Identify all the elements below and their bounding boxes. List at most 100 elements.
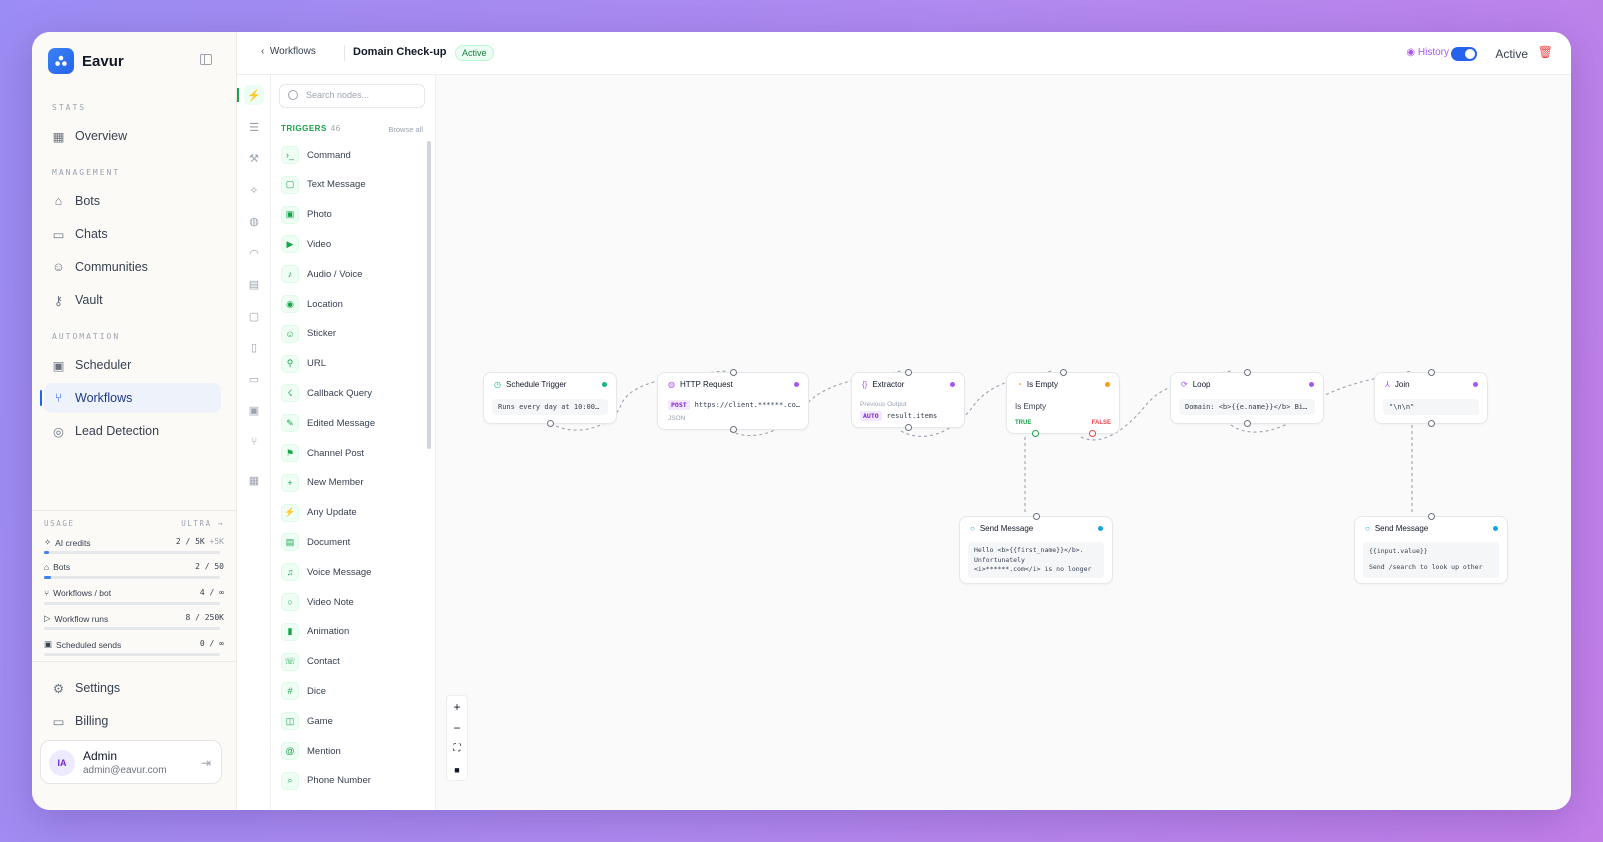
- node-send-message-2[interactable]: ○ Send Message {{input.value}} Send /sear…: [1354, 513, 1508, 584]
- input-port[interactable]: [1033, 513, 1040, 520]
- palette-item[interactable]: ◉ Location: [281, 294, 343, 314]
- sliders-icon[interactable]: ☰: [244, 117, 264, 137]
- palette-item[interactable]: ☇ Callback Query: [281, 383, 372, 403]
- node-send-message[interactable]: ○ Send Message Hello <b>{{first_name}}</b…: [959, 513, 1113, 584]
- zoom-in-icon[interactable]: +: [447, 696, 467, 717]
- message-line: <i>******.com</i> is no longer: [974, 565, 1092, 573]
- branch-icon[interactable]: ⑂: [244, 432, 264, 452]
- input-port[interactable]: [1244, 369, 1251, 376]
- sidebar-item-settings[interactable]: ⚙ Settings: [44, 673, 221, 703]
- sidebar-item-billing[interactable]: ▭ Billing: [44, 706, 221, 736]
- palette-item-label: Edited Message: [307, 417, 376, 429]
- output-port[interactable]: [730, 426, 737, 433]
- input-port[interactable]: [905, 369, 912, 376]
- palette-item[interactable]: ◫ Game: [281, 711, 333, 731]
- edit-icon: ✎: [281, 414, 299, 433]
- plan-link[interactable]: ULTRA →: [181, 519, 224, 528]
- palette-item[interactable]: ▮ Animation: [281, 622, 349, 642]
- active-toggle[interactable]: [1451, 47, 1477, 61]
- palette-item[interactable]: ⚑ Channel Post: [281, 443, 364, 463]
- lock-icon[interactable]: ■: [447, 759, 467, 780]
- sidebar-item-scheduler[interactable]: ▣ Scheduler: [44, 350, 221, 380]
- false-port[interactable]: [1089, 430, 1096, 437]
- palette-item[interactable]: ⚲ URL: [281, 354, 326, 374]
- bolt-icon[interactable]: ⚡: [237, 85, 264, 105]
- node-extractor[interactable]: {} Extractor Previous Output AUTO result.i…: [851, 369, 965, 431]
- sidebar-item-communities[interactable]: ☺ Communities: [44, 252, 221, 282]
- bell-icon[interactable]: ◠: [244, 243, 264, 263]
- usage-header[interactable]: USAGE ULTRA →: [44, 519, 224, 528]
- sidebar-item-lead-detection[interactable]: ◎ Lead Detection: [44, 416, 221, 446]
- toggle-label: Active: [1495, 47, 1528, 61]
- calendar-icon: ▣: [52, 358, 65, 373]
- search-input[interactable]: [306, 90, 416, 100]
- node-http-request[interactable]: ◍ HTTP Request POST https://client.******.…: [657, 369, 809, 433]
- palette-item[interactable]: ⚡ Any Update: [281, 503, 357, 523]
- palette-item[interactable]: ♪ Audio / Voice: [281, 264, 362, 284]
- palette-item-label: Location: [307, 298, 343, 310]
- node-loop[interactable]: ⟳ Loop Domain: <b>{{e.name}}</b> Bid…: [1170, 369, 1324, 427]
- contact-icon[interactable]: ▢: [244, 306, 264, 326]
- node-is-empty[interactable]: ◔ Is Empty Is Empty TRUE FALSE: [1006, 369, 1120, 437]
- book-icon[interactable]: ▤: [244, 274, 264, 294]
- palette-item[interactable]: ⌕ Phone Number: [281, 771, 371, 791]
- input-port[interactable]: [1428, 513, 1435, 520]
- output-port[interactable]: [1244, 420, 1251, 427]
- browse-all-link[interactable]: Browse all: [388, 125, 423, 134]
- message-line: Send /search to look up other: [1369, 563, 1483, 571]
- history-button[interactable]: ◉ History: [1406, 47, 1449, 58]
- output-port[interactable]: [905, 424, 912, 431]
- chat-icon: ○: [970, 524, 975, 533]
- palette-item[interactable]: ▣ Photo: [281, 205, 332, 225]
- sidebar-item-chats[interactable]: ▭ Chats: [44, 219, 221, 249]
- apps-icon[interactable]: ▦: [244, 470, 264, 490]
- node-header: ◍ HTTP Request: [668, 380, 733, 389]
- user-plus-icon: +: [281, 473, 299, 492]
- palette-item[interactable]: ▤ Document: [281, 532, 350, 552]
- input-port[interactable]: [1060, 369, 1067, 376]
- trash-icon[interactable]: 🗑: [1538, 45, 1553, 59]
- palette-item[interactable]: ♫ Voice Message: [281, 562, 371, 582]
- output-port[interactable]: [1428, 420, 1435, 427]
- card-icon[interactable]: ▭: [244, 369, 264, 389]
- user-card[interactable]: IA Admin admin@eavur.com ⇥: [40, 740, 222, 784]
- input-port[interactable]: [730, 369, 737, 376]
- palette-item[interactable]: ▶ Video: [281, 234, 331, 254]
- zoom-out-icon[interactable]: −: [447, 717, 467, 738]
- file-icon[interactable]: ▯: [244, 337, 264, 357]
- fit-view-icon[interactable]: ⛶: [447, 738, 467, 759]
- palette-item[interactable]: ☺ Sticker: [281, 324, 336, 344]
- true-label: TRUE: [1015, 420, 1032, 426]
- logout-icon[interactable]: ⇥: [201, 756, 211, 770]
- palette-item[interactable]: + New Member: [281, 473, 364, 493]
- input-port[interactable]: [1428, 369, 1435, 376]
- search-box[interactable]: [279, 84, 425, 108]
- workflow-canvas[interactable]: ◷ Schedule Trigger Runs every day at 10:0…: [436, 75, 1571, 810]
- output-port[interactable]: [547, 420, 554, 427]
- sparkle-icon[interactable]: ✧: [244, 180, 264, 200]
- palette-item[interactable]: ☏ Contact: [281, 652, 340, 672]
- sidebar-item-workflows[interactable]: ⑂ Workflows: [40, 383, 221, 413]
- palette-item[interactable]: ○ Video Note: [281, 592, 354, 612]
- back-link[interactable]: ‹ Workflows: [261, 46, 316, 57]
- globe-icon[interactable]: ◍: [244, 211, 264, 231]
- node-header: ○ Send Message: [970, 524, 1033, 533]
- node-join[interactable]: ⅄ Join "\n\n": [1374, 369, 1488, 427]
- brand[interactable]: Eavur: [48, 48, 124, 74]
- palette-item[interactable]: # Dice: [281, 681, 326, 701]
- brand-name: Eavur: [82, 52, 124, 70]
- palette-item[interactable]: ›_ Command: [281, 145, 351, 165]
- sidebar-item-overview[interactable]: ▦ Overview: [44, 121, 221, 151]
- palette-item[interactable]: ▢ Text Message: [281, 175, 366, 195]
- palette-item[interactable]: @ Mention: [281, 741, 341, 761]
- true-port[interactable]: [1032, 430, 1039, 437]
- sidebar-item-bots[interactable]: ⌂ Bots: [44, 186, 221, 216]
- sidebar-item-vault[interactable]: ⚷ Vault: [44, 285, 221, 315]
- wrench-icon[interactable]: ⚒: [244, 148, 264, 168]
- alert-icon: ◔: [1017, 380, 1022, 389]
- calendar-icon[interactable]: ▣: [244, 400, 264, 420]
- collapse-sidebar-icon[interactable]: [200, 54, 212, 65]
- palette-item[interactable]: ✎ Edited Message: [281, 413, 375, 433]
- scrollbar[interactable]: [427, 141, 431, 449]
- node-schedule-trigger[interactable]: ◷ Schedule Trigger Runs every day at 10:0…: [483, 372, 617, 427]
